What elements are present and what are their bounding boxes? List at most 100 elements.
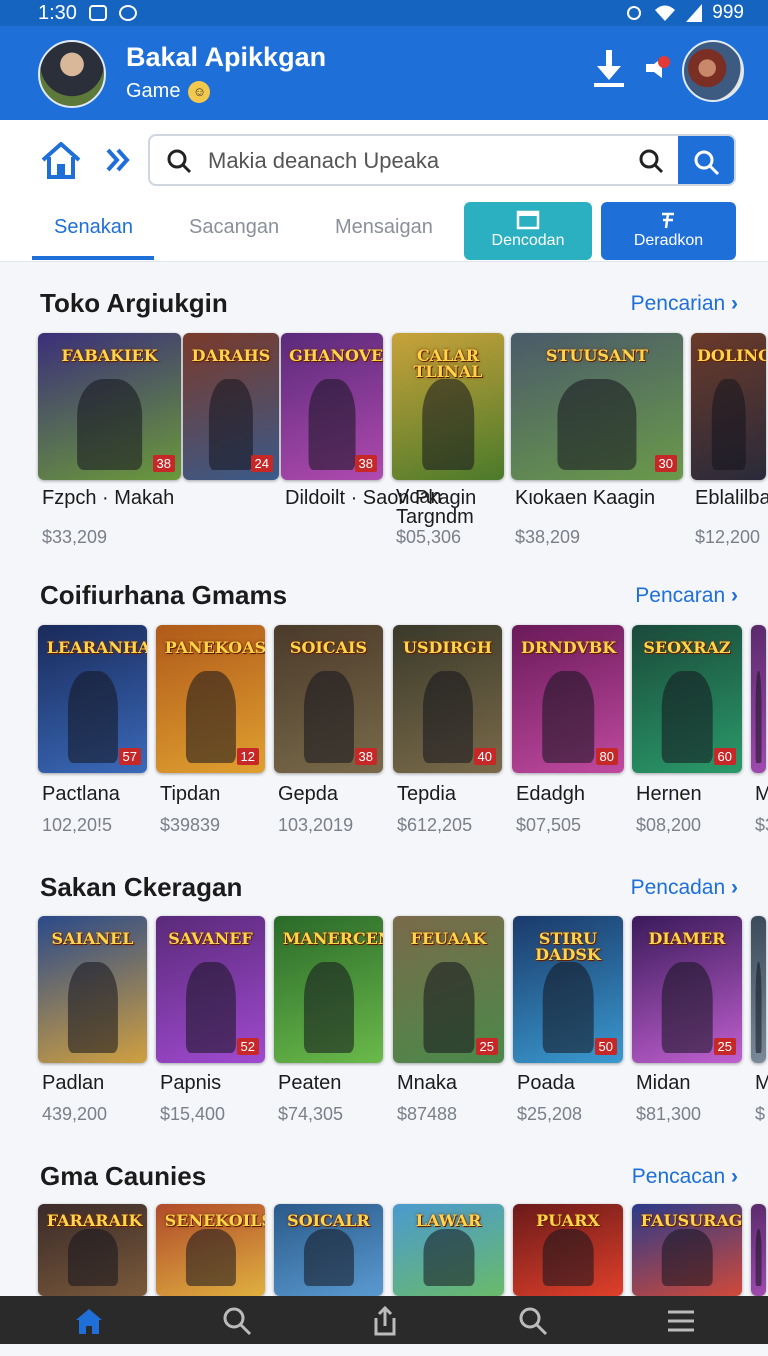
character-art bbox=[542, 1228, 594, 1286]
tab-sacangan[interactable]: Sacangan bbox=[189, 216, 279, 239]
game-price: $12,200 bbox=[695, 527, 761, 547]
game-thumbnail[interactable] bbox=[751, 625, 766, 773]
game-thumbnail[interactable]: DARAHS 24 bbox=[183, 333, 279, 480]
game-thumbnail[interactable]: SENEKOILS bbox=[156, 1204, 265, 1296]
game-name: Fzpch · Makah bbox=[42, 487, 175, 509]
game-logo: SOICAIS bbox=[289, 637, 368, 657]
double-chevron-icon[interactable] bbox=[104, 146, 132, 174]
app-avatar[interactable] bbox=[38, 40, 106, 108]
game-thumbnail[interactable]: SAVANEF 52 bbox=[156, 916, 265, 1063]
game-thumbnail[interactable]: LAWAR bbox=[393, 1204, 504, 1296]
game-card[interactable]: DIAMER 25 Midan $81,300 bbox=[632, 916, 744, 1124]
game-logo: SENEKOILS bbox=[164, 1211, 265, 1231]
section-see-more-link[interactable]: Pencarian › bbox=[631, 292, 738, 316]
character-art bbox=[755, 961, 762, 1053]
dencodan-button[interactable]: Dencodan bbox=[464, 202, 592, 260]
search-icon[interactable] bbox=[638, 148, 664, 174]
game-thumbnail[interactable]: FARARAIK bbox=[38, 1204, 147, 1296]
game-card[interactable]: FEUAAK 25 Mnaka $87488 bbox=[393, 916, 506, 1124]
game-card[interactable]: GHANOVEK38Dildoilt · Saon Pkagin bbox=[281, 333, 476, 540]
status-time: 1:30 bbox=[38, 1, 77, 24]
game-card[interactable]: FABAKIEK 38 Fzpch · Makah $33,209 bbox=[38, 333, 183, 547]
character-art bbox=[185, 671, 236, 763]
search-box bbox=[148, 134, 736, 186]
search-icon[interactable] bbox=[222, 1306, 252, 1336]
game-price: $33,209 bbox=[42, 527, 108, 547]
game-card[interactable]: SOICAIS 38 Gepda 103,2019 bbox=[274, 625, 385, 835]
age-rating-badge: 25 bbox=[713, 1038, 736, 1055]
search-button[interactable] bbox=[678, 136, 734, 184]
game-thumbnail[interactable]: CALAR TLINAL bbox=[392, 333, 504, 480]
game-thumbnail[interactable]: USDIRGH 40 bbox=[393, 625, 502, 773]
section-see-more-link[interactable]: Pencadan › bbox=[631, 876, 738, 900]
game-card[interactable]: M $ bbox=[751, 916, 768, 1124]
game-card[interactable]: M $3 bbox=[751, 625, 768, 835]
game-logo: DRNDVBK bbox=[520, 637, 617, 657]
game-card[interactable]: SAIANEL Padlan 439,200 bbox=[38, 916, 149, 1124]
age-rating-badge: 50 bbox=[594, 1038, 617, 1055]
game-card[interactable]: DRNDVBK 80 Edadgh $07,505 bbox=[512, 625, 626, 835]
game-thumbnail[interactable]: SAIANEL bbox=[38, 916, 147, 1063]
game-thumbnail[interactable]: LEARANHAR 57 bbox=[38, 625, 147, 773]
game-thumbnail[interactable]: DRNDVBK 80 bbox=[512, 625, 624, 773]
share-icon[interactable] bbox=[370, 1306, 400, 1336]
menu-icon[interactable] bbox=[666, 1306, 696, 1336]
home-icon[interactable] bbox=[74, 1306, 104, 1336]
game-card[interactable]: USDIRGH 40 Tepdia $612,205 bbox=[393, 625, 504, 835]
character-art bbox=[308, 378, 356, 470]
game-thumbnail[interactable]: STIRU DADSK 50 bbox=[513, 916, 623, 1063]
game-thumbnail[interactable]: SOICALR bbox=[274, 1204, 383, 1296]
deradkon-button[interactable]: Deradkon bbox=[601, 202, 736, 260]
game-thumbnail[interactable]: DOLINOU bbox=[691, 333, 766, 480]
deradkon-label: Deradkon bbox=[633, 232, 704, 249]
game-card[interactable]: DARAHS 24 bbox=[183, 333, 281, 540]
signal-icon bbox=[686, 4, 703, 22]
dencodan-label: Dencodan bbox=[491, 232, 565, 249]
game-card[interactable]: STIRU DADSK 50 Poada $25,208 bbox=[513, 916, 625, 1124]
section-see-more-link[interactable]: Pencacan › bbox=[632, 1165, 738, 1189]
character-art bbox=[542, 961, 594, 1053]
game-thumbnail[interactable]: SEOXRAZ 60 bbox=[632, 625, 742, 773]
game-thumbnail[interactable]: PANEKOAS 12 bbox=[156, 625, 265, 773]
game-thumbnail[interactable]: FAUSURAG bbox=[632, 1204, 742, 1296]
game-card[interactable]: DOLINOU Eblalilbar $12,200 bbox=[691, 333, 768, 547]
chevron-right-icon: › bbox=[725, 292, 738, 315]
game-name: Vcan Targndm bbox=[396, 486, 474, 528]
game-name: Tipdan bbox=[160, 783, 221, 805]
game-price: $ bbox=[755, 1104, 766, 1124]
game-thumbnail[interactable]: PUARX bbox=[513, 1204, 623, 1296]
game-logo: SEOXRAZ bbox=[643, 637, 731, 657]
game-thumbnail[interactable]: FABAKIEK 38 bbox=[38, 333, 181, 480]
tab-mensaigan[interactable]: Mensaigan bbox=[335, 216, 433, 239]
download-icon[interactable] bbox=[592, 48, 626, 88]
game-card[interactable]: PANEKOAS 12 Tipdan $39839 bbox=[156, 625, 267, 835]
active-tab-indicator bbox=[32, 256, 154, 260]
notification-icon[interactable] bbox=[644, 54, 672, 82]
game-thumbnail[interactable] bbox=[751, 1204, 766, 1296]
search-icon[interactable] bbox=[518, 1306, 548, 1336]
game-name: M bbox=[755, 783, 768, 805]
character-art bbox=[711, 378, 746, 470]
game-card[interactable]: STUUSANT 30 Kιokaen Kaagin $38,209 bbox=[511, 333, 685, 547]
game-card[interactable]: SEOXRAZ 60 Hernen $08,200 bbox=[632, 625, 744, 835]
section-see-more-link[interactable]: Pencaran › bbox=[635, 584, 738, 608]
game-card[interactable]: CALAR TLINAL Vcan Targndm $05,306 bbox=[392, 333, 506, 547]
tab-senakan[interactable]: Senakan bbox=[54, 216, 133, 239]
search-icon bbox=[167, 149, 192, 174]
game-thumbnail[interactable]: FEUAAK 25 bbox=[393, 916, 504, 1063]
game-card[interactable]: MANERCENEY Peaten $74,305 bbox=[274, 916, 385, 1124]
game-thumbnail[interactable]: STUUSANT 30 bbox=[511, 333, 683, 480]
game-thumbnail[interactable]: SOICAIS 38 bbox=[274, 625, 383, 773]
character-art bbox=[661, 1228, 713, 1286]
character-art bbox=[557, 378, 637, 470]
game-card[interactable]: SAVANEF 52 Papnis $15,400 bbox=[156, 916, 267, 1124]
game-thumbnail[interactable]: MANERCENEY bbox=[274, 916, 383, 1063]
game-card[interactable]: LEARANHAR 57 Pactlana 102,20!5 bbox=[38, 625, 149, 835]
game-thumbnail[interactable]: DIAMER 25 bbox=[632, 916, 742, 1063]
home-nav-icon[interactable] bbox=[40, 140, 82, 180]
search-input[interactable] bbox=[208, 144, 618, 178]
game-name: Eblalilbar bbox=[695, 487, 768, 509]
profile-avatar[interactable] bbox=[682, 40, 744, 102]
game-thumbnail[interactable]: GHANOVEK 38 bbox=[281, 333, 383, 480]
game-thumbnail[interactable] bbox=[751, 916, 766, 1063]
